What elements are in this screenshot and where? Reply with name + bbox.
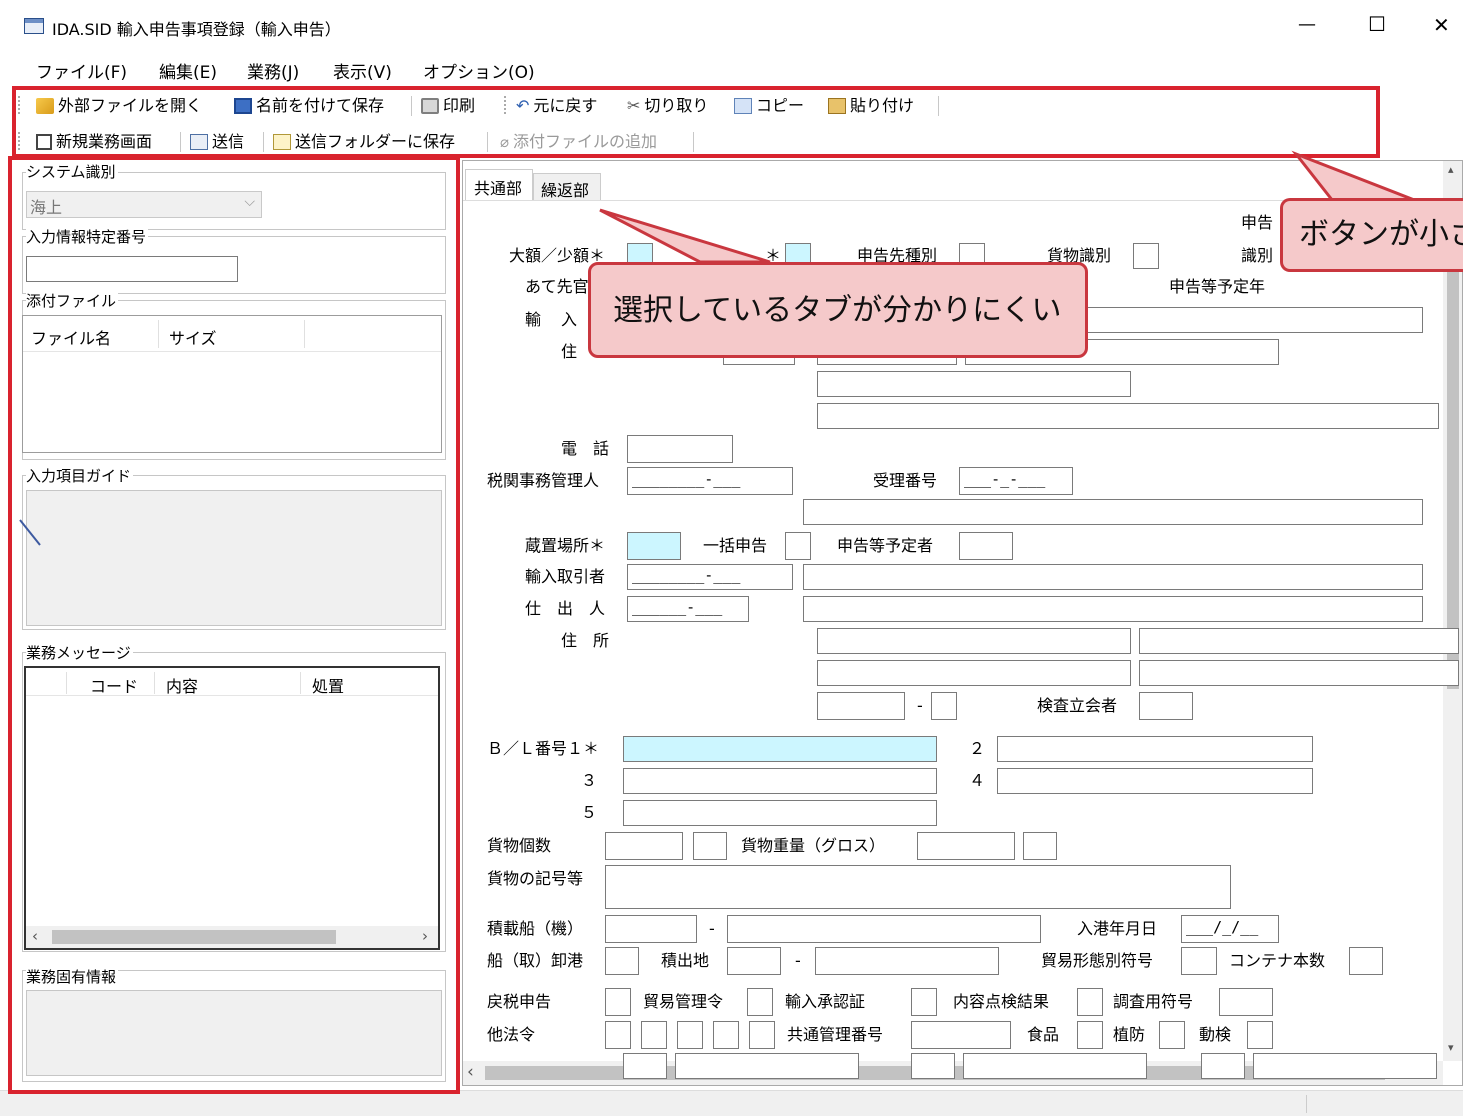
tab-callout: 選択しているタブが分かりにくい	[588, 262, 1088, 358]
callout-pointers	[19, 150, 1441, 546]
tab-callout-pointer	[599, 208, 771, 264]
left-callout-pointer	[19, 519, 41, 546]
button-callout: ボタンが小さ	[1280, 198, 1463, 272]
